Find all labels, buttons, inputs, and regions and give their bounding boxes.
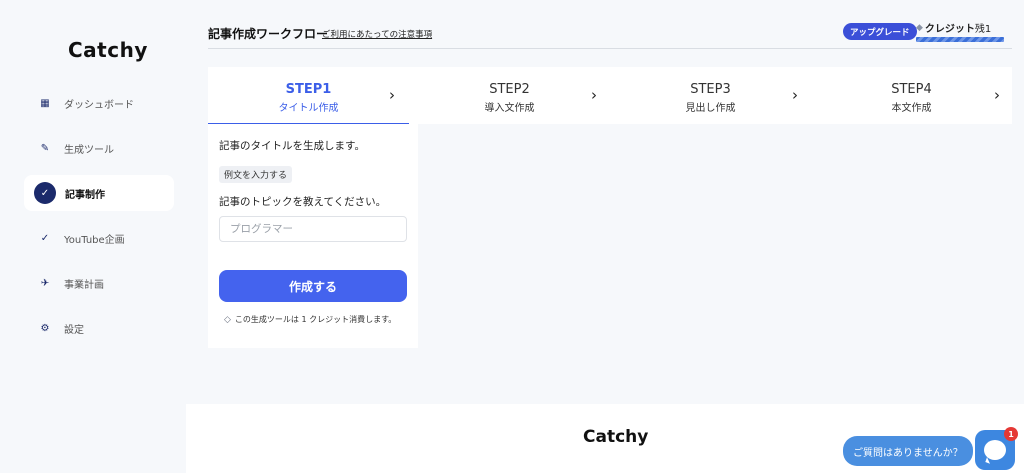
topic-label: 記事のトピックを教えてください。 [219,196,387,208]
sidebar-item-articles[interactable]: ✓ 記事制作 [24,175,174,211]
credit-remaining: 残1 [974,24,992,35]
step-label: 導入文作成 [484,103,535,114]
diamond-icon: ◆ [916,22,923,33]
credit-cost-text: この生成ツールは 1 クレジット消費します。 [234,315,397,324]
dashboard-icon: ▦ [40,97,50,109]
title-form-panel: 記事のタイトルを生成します。 例文を入力する 記事のトピックを教えてください。 … [208,124,418,348]
sidebar-item-dashboard[interactable]: ▦ ダッシュボード [24,85,174,121]
sidebar-item-label: 設定 [64,324,84,336]
sidebar-item-label: 生成ツール [64,144,114,156]
step-label: 本文作成 [891,103,932,114]
form-description: 記事のタイトルを生成します。 [219,140,365,152]
sidebar-item-settings[interactable]: ⚙ 設定 [24,310,174,346]
credit-label: クレジット [924,24,975,35]
credit-indicator: ◆ クレジット 残1 [916,20,992,36]
chevron-right-icon: › [591,86,597,104]
app-logo[interactable]: Catchy [68,38,148,62]
footer-logo[interactable]: Catchy [583,427,648,447]
wrench-icon: ✎ [40,142,50,154]
chat-bubble-icon [984,440,1006,460]
step-4[interactable]: STEP4 本文作成 [811,67,1012,124]
sidebar-item-business-plan[interactable]: ✈ 事業計画 [24,265,174,301]
step-number: STEP1 [285,82,332,97]
upgrade-button[interactable]: アップグレード [843,23,917,40]
sidebar-item-label: 記事制作 [65,189,105,201]
credit-progress-bar [916,37,1004,42]
sidebar-item-label: YouTube企画 [64,234,125,246]
page-title: 記事作成ワークフロー [208,27,329,41]
insert-example-button[interactable]: 例文を入力する [219,166,293,183]
step-label: 見出し作成 [685,103,736,114]
sidebar: Catchy ▦ ダッシュボード ✎ 生成ツール ✓ 記事制作 ✓ YouTub… [0,0,186,473]
sidebar-item-tools[interactable]: ✎ 生成ツール [24,130,174,166]
chevron-right-icon: › [792,86,798,104]
step-1[interactable]: STEP1 タイトル作成 [208,67,409,126]
create-button[interactable]: 作成する [219,270,407,302]
topic-input[interactable] [219,216,407,242]
chevron-right-icon: › [389,86,395,104]
step-label: タイトル作成 [278,103,339,114]
chat-notification-badge: 1 [1004,427,1018,441]
gear-icon: ⚙ [40,322,50,334]
sidebar-item-label: 事業計画 [64,279,104,291]
step-number: STEP2 [489,82,530,97]
step-number: STEP3 [690,82,731,97]
chat-prompt-bubble[interactable]: ご質問はありませんか？ [843,436,973,466]
chevron-right-icon: › [994,86,1000,104]
youtube-icon: ✓ [40,232,50,244]
blog-icon: ✓ [34,182,56,204]
usage-notice-link[interactable]: ご利用にあたっての注意事項 [322,28,432,40]
sidebar-item-label: ダッシュボード [64,99,134,111]
sidebar-item-youtube[interactable]: ✓ YouTube企画 [24,220,174,256]
step-navigation: STEP1 タイトル作成 › STEP2 導入文作成 › STEP3 見出し作成… [208,67,1012,126]
diamond-icon: ◇ [224,314,231,325]
step-3[interactable]: STEP3 見出し作成 [610,67,811,124]
rocket-icon: ✈ [40,277,50,289]
step-number: STEP4 [891,82,932,97]
credit-cost-note: ◇ この生成ツールは 1 クレジット消費します。 [224,314,396,325]
step-2[interactable]: STEP2 導入文作成 [409,67,610,124]
header-divider [208,48,1012,49]
